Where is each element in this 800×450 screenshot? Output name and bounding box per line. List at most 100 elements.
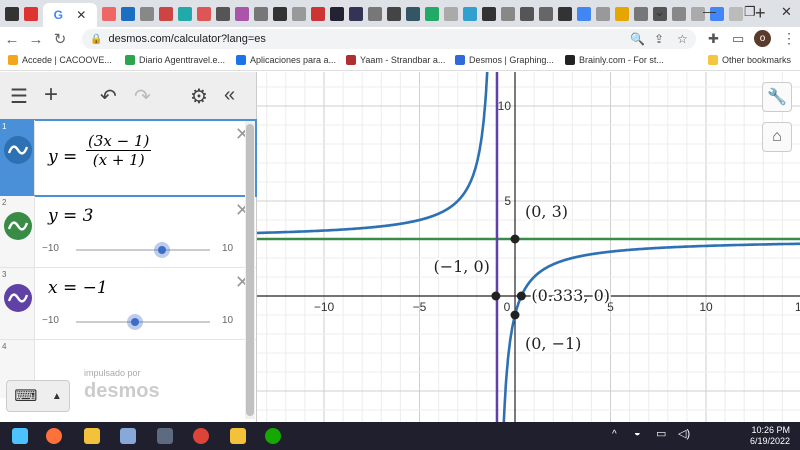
back-icon[interactable]: ←: [0, 31, 24, 48]
keyboard-button[interactable]: ⌨ ▲: [6, 380, 70, 412]
slider-track[interactable]: [76, 249, 210, 251]
window-caret-icon[interactable]: ⌄: [654, 4, 665, 20]
bookmark-item[interactable]: Aplicaciones para a...: [236, 55, 336, 65]
tab-favicon[interactable]: [5, 6, 19, 21]
graph-settings-button[interactable]: 🔧: [762, 82, 792, 112]
search-icon[interactable]: 🔍: [630, 32, 645, 46]
expression-lhs: y =: [48, 147, 78, 167]
share-icon[interactable]: ⇪: [654, 32, 664, 46]
extensions-icon[interactable]: ✚: [708, 31, 719, 47]
tab-favicon[interactable]: [311, 6, 325, 21]
tab-favicon[interactable]: [254, 6, 268, 21]
tab-favicon[interactable]: [24, 6, 38, 21]
new-tab-button[interactable]: +: [755, 3, 766, 24]
tab-favicon[interactable]: [292, 6, 306, 21]
tab-favicon[interactable]: [387, 6, 401, 21]
tab-favicon[interactable]: [121, 6, 135, 21]
bookmark-item[interactable]: Yaam - Strandbar a...: [346, 55, 445, 65]
reload-icon[interactable]: ↻: [48, 30, 72, 48]
tab-favicon[interactable]: [140, 6, 154, 21]
tab-favicon[interactable]: [501, 6, 515, 21]
bookmark-label: Yaam - Strandbar a...: [360, 55, 446, 65]
tab-favicon[interactable]: [729, 6, 743, 21]
tab-favicon[interactable]: [159, 6, 173, 21]
system-clock[interactable]: 10:26 PM 6/19/2022: [750, 425, 790, 447]
expression-row[interactable]: 3 x = −1 ✕ −10 10: [0, 268, 256, 340]
tab-favicon[interactable]: [634, 6, 648, 21]
redo-icon[interactable]: ↷: [134, 84, 151, 109]
tab-favicon[interactable]: [406, 6, 420, 21]
tab-favicon[interactable]: [558, 6, 572, 21]
bookmark-icon: [8, 55, 18, 65]
value-slider[interactable]: −10 10: [42, 240, 242, 260]
chrome-icon[interactable]: [193, 428, 209, 444]
profile-avatar[interactable]: o: [754, 30, 771, 47]
curve-icon[interactable]: [4, 136, 32, 164]
tab-favicon[interactable]: [425, 6, 439, 21]
restore-icon[interactable]: ❐: [744, 4, 756, 20]
expression-number: 3: [2, 270, 7, 279]
firefox-icon[interactable]: [46, 428, 62, 444]
add-icon[interactable]: +: [44, 81, 58, 109]
tab-favicon[interactable]: [596, 6, 610, 21]
rational-curve-left: [257, 72, 489, 235]
graph-paper[interactable]: −10−5051015105 (0, 3)(−1, 0)(0.333, 0)(0…: [257, 72, 800, 422]
calculator-icon[interactable]: [157, 428, 173, 444]
tab-favicon[interactable]: [463, 6, 477, 21]
address-bar[interactable]: 🔒 desmos.com/calculator?lang=es 🔍 ⇪ ☆: [82, 29, 696, 49]
other-bookmarks[interactable]: Other bookmarks: [708, 55, 791, 65]
minimize-icon[interactable]: —: [703, 4, 716, 19]
tab-favicon[interactable]: [520, 6, 534, 21]
tab-favicon[interactable]: [482, 6, 496, 21]
tab-favicon[interactable]: [368, 6, 382, 21]
tab-close-icon[interactable]: ✕: [76, 8, 86, 22]
bookmark-item[interactable]: Accede | CACOOVE...: [8, 55, 112, 65]
expression-row[interactable]: 1 y = (3x − 1) (x + 1) ✕: [0, 119, 257, 197]
forward-icon[interactable]: →: [24, 31, 48, 48]
windows-start-icon[interactable]: [12, 428, 28, 444]
settings-icon[interactable]: ⚙: [190, 84, 208, 109]
tab-favicon[interactable]: [178, 6, 192, 21]
tab-favicon[interactable]: [577, 6, 591, 21]
tab-favicon[interactable]: [235, 6, 249, 21]
tray-caret-icon[interactable]: ^: [612, 429, 617, 440]
active-tab[interactable]: G ✕: [43, 3, 97, 27]
curve-icon[interactable]: [4, 212, 32, 240]
upwork-icon[interactable]: [265, 428, 281, 444]
undo-icon[interactable]: ↶: [100, 84, 117, 109]
tab-favicon[interactable]: [330, 6, 344, 21]
slider-handle[interactable]: [154, 242, 170, 258]
tab-favicon[interactable]: [349, 6, 363, 21]
file-explorer-icon[interactable]: [84, 428, 100, 444]
home-button[interactable]: ⌂: [762, 122, 792, 152]
bookmark-item[interactable]: Diario Agenttravel.e...: [125, 55, 225, 65]
sidepanel-icon[interactable]: ▭: [732, 31, 744, 47]
folder-icon[interactable]: [230, 428, 246, 444]
bookmark-item[interactable]: Desmos | Graphing...: [455, 55, 554, 65]
tab-favicon[interactable]: [216, 6, 230, 21]
tab-favicon[interactable]: [444, 6, 458, 21]
close-window-icon[interactable]: ✕: [781, 4, 792, 20]
star-icon[interactable]: ☆: [677, 32, 688, 46]
expression-row[interactable]: 2 y = 3 ✕ −10 10: [0, 196, 256, 268]
curve-icon[interactable]: [4, 284, 32, 312]
tab-favicon[interactable]: [539, 6, 553, 21]
bookmark-item[interactable]: Brainly.com - For st...: [565, 55, 664, 65]
tab-favicon[interactable]: [197, 6, 211, 21]
tab-favicon[interactable]: [672, 6, 686, 21]
slider-handle[interactable]: [127, 314, 143, 330]
network-icon[interactable]: ◒: [634, 427, 641, 439]
tab-favicon[interactable]: [273, 6, 287, 21]
volume-icon[interactable]: ◁): [678, 427, 690, 440]
battery-icon[interactable]: ▭: [656, 427, 666, 440]
menu-icon[interactable]: ☰: [10, 84, 28, 109]
menu-icon[interactable]: ⋮: [782, 30, 796, 47]
tab-favicon[interactable]: [615, 6, 629, 21]
value-slider[interactable]: −10 10: [42, 312, 242, 332]
paint-icon[interactable]: [120, 428, 136, 444]
tab-favicon[interactable]: [102, 6, 116, 21]
slider-track[interactable]: [76, 321, 210, 323]
tab-strip: G ✕ + ⌄ — ❐ ✕: [0, 0, 800, 27]
collapse-icon[interactable]: «: [224, 84, 235, 107]
scrollbar-thumb[interactable]: [246, 124, 254, 416]
